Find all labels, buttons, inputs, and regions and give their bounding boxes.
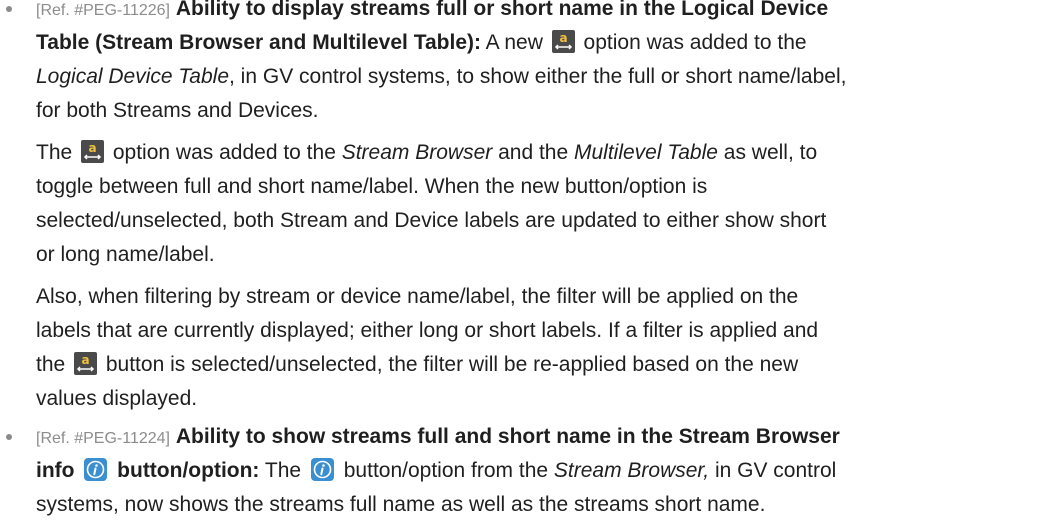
item-title: Ability to display streams full or short… <box>175 0 829 20</box>
text: button/option from the <box>337 459 554 482</box>
svg-text:a: a <box>88 141 96 155</box>
item-2-line-1: [Ref. #PEG-11224] Ability to show stream… <box>36 420 840 454</box>
text: values displayed. <box>36 387 198 410</box>
ref-number: [Ref. #PEG-11224] <box>36 430 170 447</box>
item-title-cont: info <box>36 459 81 482</box>
item-1-line-2: Table (Stream Browser and Multilevel Tab… <box>36 26 807 60</box>
item-1-line-1: [Ref. #PEG-11226] Ability to display str… <box>36 0 828 26</box>
short-long-label-icon: a <box>81 140 105 163</box>
info-icon <box>310 458 334 481</box>
text: systems, now shows the streams full name… <box>36 493 766 516</box>
item-1-line-4: for both Streams and Devices. <box>36 94 318 128</box>
svg-text:a: a <box>559 31 567 45</box>
italic-text: Stream Browser, <box>553 459 710 482</box>
text: The <box>36 141 79 164</box>
bullet-dot <box>6 6 12 12</box>
text: and the <box>492 141 574 164</box>
text: button is selected/unselected, the filte… <box>100 353 799 376</box>
italic-text: Logical Device Table <box>36 65 230 88</box>
item-1-p3-line-4: values displayed. <box>36 382 197 416</box>
item-2-line-2: info button/option: The button/option fr… <box>36 454 836 488</box>
text: or long name/label. <box>36 243 215 266</box>
text: for both Streams and Devices. <box>36 99 319 122</box>
short-long-label-icon: a <box>551 30 575 53</box>
text: labels that are currently displayed; eit… <box>36 319 819 342</box>
text: the <box>36 353 72 376</box>
text: selected/unselected, both Stream and Dev… <box>36 209 827 232</box>
item-1-p2-line-3: selected/unselected, both Stream and Dev… <box>36 204 826 238</box>
text: The <box>259 459 307 482</box>
item-1-p2-line-1: The a option was added to the Stream Bro… <box>36 136 817 170</box>
text: as well, to <box>717 141 818 164</box>
text: toggle between full and short name/label… <box>36 175 708 198</box>
item-1-p2-line-4: or long name/label. <box>36 238 215 272</box>
svg-text:a: a <box>81 353 89 367</box>
item-2-line-3: systems, now shows the streams full name… <box>36 488 765 522</box>
bullet-dot <box>6 434 12 440</box>
text: , in GV control systems, to show either … <box>229 65 847 88</box>
text: A new <box>481 31 549 54</box>
item-1-p2-line-2: toggle between full and short name/label… <box>36 170 707 204</box>
release-notes-section: [Ref. #PEG-11226] Ability to display str… <box>0 0 1044 525</box>
text: option was added to the <box>577 31 807 54</box>
text: Also, when filtering by stream or device… <box>36 285 799 308</box>
item-1-line-3: Logical Device Table, in GV control syst… <box>36 60 846 94</box>
text: in GV control <box>709 459 837 482</box>
italic-text: Stream Browser <box>341 141 493 164</box>
item-1-p3-line-2: labels that are currently displayed; eit… <box>36 314 818 348</box>
item-title-cont: Table (Stream Browser and Multilevel Tab… <box>36 31 481 54</box>
item-title-cont: button/option: <box>111 459 260 482</box>
item-1-p3-line-3: the a button is selected/unselected, the… <box>36 348 798 382</box>
text: option was added to the <box>107 141 342 164</box>
italic-text: Multilevel Table <box>573 141 718 164</box>
info-icon <box>84 458 108 481</box>
ref-number: [Ref. #PEG-11226] <box>36 2 170 19</box>
short-long-label-icon: a <box>74 352 98 375</box>
item-title: Ability to show streams full and short n… <box>175 425 840 448</box>
item-1-p3-line-1: Also, when filtering by stream or device… <box>36 280 798 314</box>
